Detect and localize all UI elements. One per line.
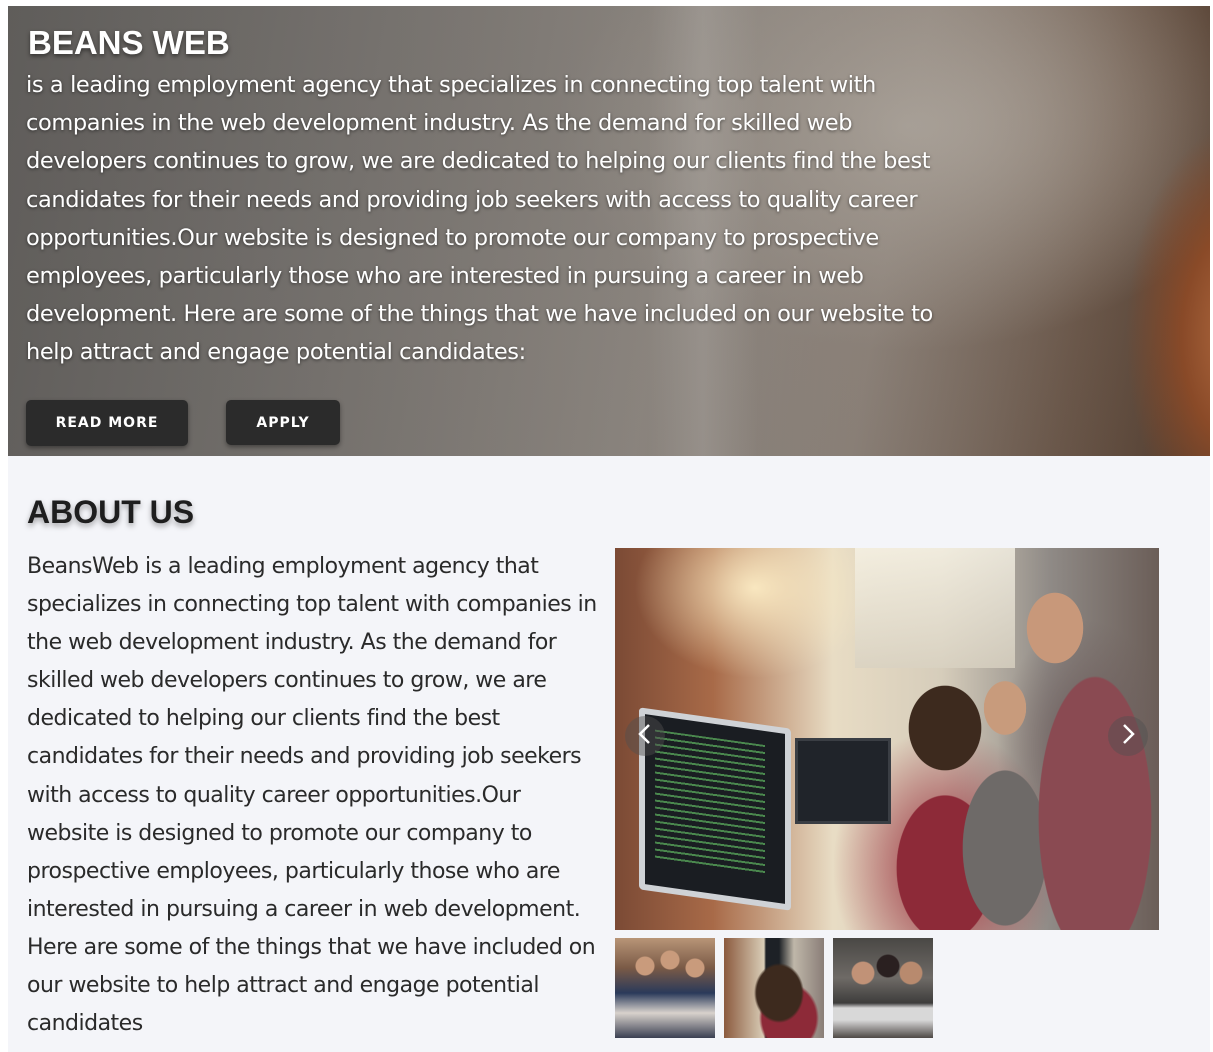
carousel-thumbnail-developers[interactable] [724,938,824,1038]
about-title: ABOUT US [27,494,195,530]
read-more-button[interactable]: READ MORE [26,400,188,446]
carousel-prev-button[interactable] [625,716,665,756]
carousel-thumbnail-laptop-group[interactable] [833,938,933,1038]
hero-title: BEANS WEB [28,24,230,61]
chevron-right-icon [1120,723,1136,749]
chevron-left-icon [637,723,653,749]
carousel-thumbnails [615,938,933,1038]
image-carousel[interactable] [615,548,1159,930]
hero-banner: BEANS WEB is a leading employment agency… [8,6,1210,456]
carousel-thumbnail-team[interactable] [615,938,715,1038]
hero-description: is a leading employment agency that spec… [26,72,933,366]
carousel-next-button[interactable] [1108,716,1148,756]
carousel-photo-window [855,548,1015,668]
about-description: BeansWeb is a leading employment agency … [27,554,597,1037]
apply-button[interactable]: APPLY [226,400,340,445]
about-section: ABOUT US BeansWeb is a leading employmen… [8,456,1210,1052]
